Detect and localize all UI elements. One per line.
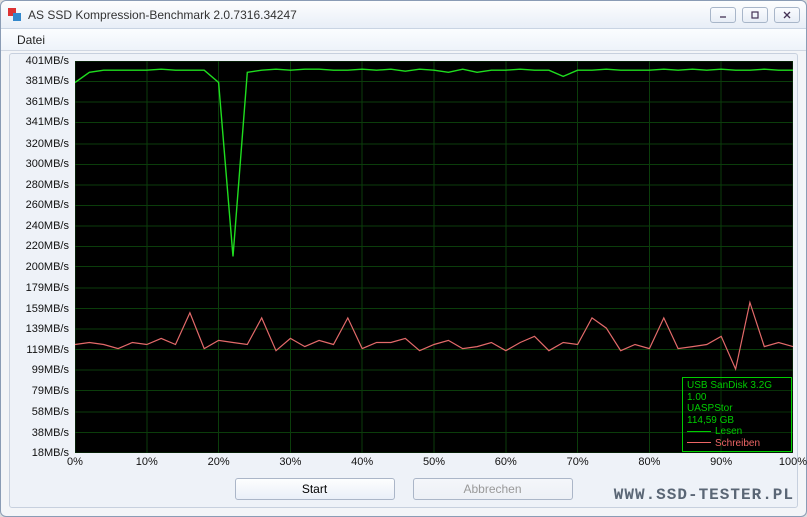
x-tick-label: 100%: [779, 456, 807, 468]
x-tick-label: 0%: [67, 456, 83, 468]
y-tick-label: 300MB/s: [26, 158, 69, 170]
x-tick-label: 60%: [495, 456, 517, 468]
y-tick-label: 260MB/s: [26, 199, 69, 211]
x-tick-label: 90%: [710, 456, 732, 468]
y-tick-label: 159MB/s: [26, 303, 69, 315]
legend-capacity: 114,59 GB: [687, 415, 787, 427]
y-tick-label: 38MB/s: [32, 427, 69, 439]
legend-write: Schreiben: [687, 438, 787, 450]
y-tick-label: 119MB/s: [26, 344, 69, 356]
window-title: AS SSD Kompression-Benchmark 2.0.7316.34…: [28, 8, 710, 22]
legend-version: 1.00: [687, 392, 787, 404]
title-bar: AS SSD Kompression-Benchmark 2.0.7316.34…: [1, 1, 806, 29]
x-axis-labels: 0%10%20%30%40%50%60%70%80%90%100%: [75, 454, 793, 472]
y-tick-label: 220MB/s: [26, 240, 69, 252]
y-tick-label: 381MB/s: [26, 75, 69, 87]
app-window: AS SSD Kompression-Benchmark 2.0.7316.34…: [0, 0, 807, 517]
x-tick-label: 80%: [638, 456, 660, 468]
x-tick-label: 70%: [567, 456, 589, 468]
x-tick-label: 10%: [136, 456, 158, 468]
y-tick-label: 320MB/s: [26, 138, 69, 150]
menu-bar: Datei: [1, 29, 806, 51]
app-icon: [7, 7, 23, 23]
chart-plot-area: USB SanDisk 3.2G 1.00 UASPStor 114,59 GB…: [75, 61, 793, 453]
x-tick-label: 20%: [208, 456, 230, 468]
y-tick-label: 341MB/s: [26, 116, 69, 128]
y-tick-label: 179MB/s: [26, 282, 69, 294]
y-tick-label: 79MB/s: [32, 385, 69, 397]
x-tick-label: 40%: [351, 456, 373, 468]
legend-box: USB SanDisk 3.2G 1.00 UASPStor 114,59 GB…: [682, 377, 792, 452]
y-tick-label: 99MB/s: [32, 364, 69, 376]
close-button[interactable]: [774, 7, 800, 23]
watermark-text: WWW.SSD-TESTER.PL: [614, 486, 794, 504]
cancel-button: Abbrechen: [413, 478, 573, 500]
y-tick-label: 200MB/s: [26, 261, 69, 273]
minimize-button[interactable]: [710, 7, 736, 23]
y-tick-label: 240MB/s: [26, 220, 69, 232]
y-tick-label: 361MB/s: [26, 96, 69, 108]
y-tick-label: 280MB/s: [26, 179, 69, 191]
start-button[interactable]: Start: [235, 478, 395, 500]
maximize-button[interactable]: [742, 7, 768, 23]
y-tick-label: 401MB/s: [26, 55, 69, 67]
y-axis-labels: 401MB/s381MB/s361MB/s341MB/s320MB/s300MB…: [10, 61, 72, 453]
window-controls: [710, 7, 800, 23]
content-pane: 401MB/s 381MB/s 361MB/s 341MB/s 320MB/s 300MB…: [9, 53, 798, 508]
legend-read: Lesen: [687, 426, 787, 438]
menu-file[interactable]: Datei: [11, 31, 51, 49]
legend-driver: UASPStor: [687, 403, 787, 415]
legend-device: USB SanDisk 3.2G: [687, 380, 787, 392]
x-tick-label: 50%: [423, 456, 445, 468]
y-tick-label: 139MB/s: [26, 323, 69, 335]
y-tick-label: 18MB/s: [32, 447, 69, 459]
x-tick-label: 30%: [279, 456, 301, 468]
y-tick-label: 58MB/s: [32, 406, 69, 418]
